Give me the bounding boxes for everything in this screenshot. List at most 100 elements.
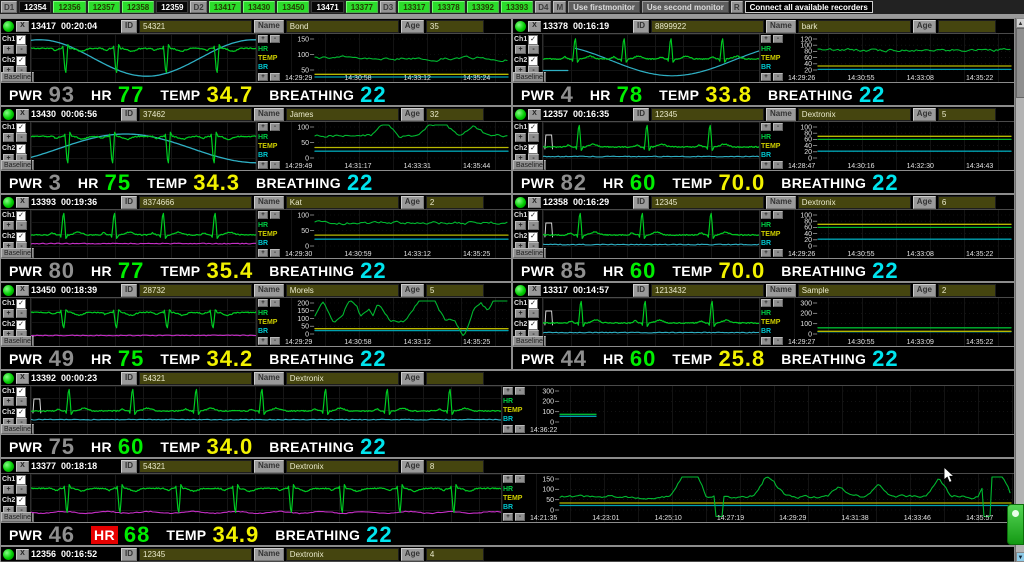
toolbar-button-12358[interactable]: 12358 [121, 1, 155, 13]
age-field[interactable] [425, 371, 484, 385]
toolbar-button-12357[interactable]: 12357 [87, 1, 120, 13]
channel-2-checkbox[interactable]: ✓ [528, 55, 538, 66]
baseline-button[interactable]: Baseline [513, 160, 546, 170]
age-field[interactable]: 35 [425, 19, 484, 33]
patient-id-field[interactable]: 54321 [139, 19, 252, 33]
trend-scale-up-button[interactable]: + [761, 337, 771, 345]
toolbar-button-use-second-monitor[interactable]: Use second monitor [641, 1, 729, 13]
close-button[interactable]: X [16, 548, 29, 560]
toolbar-button-13317[interactable]: 13317 [398, 1, 431, 13]
close-button[interactable]: X [528, 108, 541, 120]
age-field[interactable] [937, 19, 996, 33]
channel-1-checkbox[interactable]: ✓ [16, 474, 26, 485]
trend-scale-up-button[interactable]: + [258, 161, 268, 169]
patient-id-field[interactable]: 37462 [139, 107, 252, 121]
channel-2-checkbox[interactable]: ✓ [16, 495, 26, 506]
trend-scale-up-button[interactable]: + [503, 513, 513, 521]
age-field[interactable]: 6 [937, 195, 996, 209]
close-button[interactable]: X [16, 196, 29, 208]
channel-1-gain-down-button[interactable]: - [528, 309, 539, 318]
channel-1-checkbox[interactable]: ✓ [16, 34, 26, 45]
trend-zoom-out-button[interactable]: - [270, 299, 280, 307]
scroll-down-icon[interactable]: ▼ [1016, 552, 1024, 562]
toolbar-button-13430[interactable]: 13430 [242, 1, 276, 13]
channel-1-gain-down-button[interactable]: - [16, 485, 27, 494]
channel-1-gain-down-button[interactable]: - [16, 309, 27, 318]
toolbar-button-use-firstmonitor[interactable]: Use firstmonitor [568, 1, 640, 13]
trend-zoom-in-button[interactable]: + [503, 475, 513, 483]
trend-scale-up-button[interactable]: + [761, 161, 771, 169]
name-field[interactable]: Morels [285, 283, 399, 297]
trend-zoom-in-button[interactable]: + [761, 299, 771, 307]
channel-1-gain-up-button[interactable]: + [3, 309, 14, 318]
name-field[interactable]: bark [797, 19, 911, 33]
baseline-button[interactable]: Baseline [1, 248, 34, 258]
trend-zoom-out-button[interactable]: - [773, 35, 783, 43]
name-field[interactable]: Dextronix [285, 371, 399, 385]
name-field[interactable]: Dextronix [797, 195, 911, 209]
toolbar-button-12359[interactable]: 12359 [156, 1, 189, 13]
baseline-button[interactable]: Baseline [1, 160, 34, 170]
channel-1-gain-up-button[interactable]: + [515, 45, 526, 54]
name-field[interactable]: Dextronix [285, 459, 399, 473]
trend-scale-down-button[interactable]: - [515, 513, 525, 521]
channel-1-gain-up-button[interactable]: + [515, 221, 526, 230]
name-field[interactable]: Sample [797, 283, 911, 297]
patient-id-field[interactable]: 12345 [139, 547, 252, 561]
channel-1-gain-up-button[interactable]: + [3, 485, 14, 494]
toolbar-button-13450[interactable]: 13450 [277, 1, 310, 13]
trend-zoom-out-button[interactable]: - [773, 299, 783, 307]
name-field[interactable]: Bond [285, 19, 399, 33]
channel-1-checkbox[interactable]: ✓ [528, 210, 538, 221]
age-field[interactable]: 2 [937, 283, 996, 297]
channel-1-gain-down-button[interactable]: - [528, 221, 539, 230]
baseline-button[interactable]: Baseline [1, 72, 34, 82]
channel-1-gain-up-button[interactable]: + [515, 309, 526, 318]
trend-scale-down-button[interactable]: - [773, 249, 783, 257]
trend-zoom-in-button[interactable]: + [258, 123, 268, 131]
channel-1-gain-down-button[interactable]: - [16, 221, 27, 230]
baseline-button[interactable]: Baseline [1, 336, 34, 346]
trend-scale-down-button[interactable]: - [773, 337, 783, 345]
trend-scale-up-button[interactable]: + [258, 73, 268, 81]
baseline-button[interactable]: Baseline [513, 72, 546, 82]
close-button[interactable]: X [16, 108, 29, 120]
patient-id-field[interactable]: 12345 [651, 107, 764, 121]
trend-zoom-out-button[interactable]: - [515, 475, 525, 483]
patient-id-field[interactable]: 28732 [139, 283, 252, 297]
patient-id-field[interactable]: 54321 [139, 459, 252, 473]
trend-scale-up-button[interactable]: + [503, 425, 513, 433]
trend-scale-down-button[interactable]: - [270, 73, 280, 81]
toolbar-button-13471[interactable]: 13471 [311, 1, 344, 13]
toolbar-button-d2[interactable]: D2 [190, 1, 207, 13]
toolbar-button-d4[interactable]: D4 [535, 1, 552, 13]
channel-1-gain-up-button[interactable]: + [3, 45, 14, 54]
trend-zoom-out-button[interactable]: - [270, 211, 280, 219]
trend-zoom-in-button[interactable]: + [761, 35, 771, 43]
channel-1-gain-up-button[interactable]: + [3, 221, 14, 230]
toolbar-button-13378[interactable]: 13378 [432, 1, 465, 13]
patient-id-field[interactable]: 8374666 [139, 195, 252, 209]
vertical-scrollbar[interactable]: ▲ ▼ [1015, 18, 1024, 562]
channel-1-gain-up-button[interactable]: + [3, 397, 14, 406]
trend-scale-up-button[interactable]: + [258, 249, 268, 257]
channel-2-checkbox[interactable]: ✓ [16, 407, 26, 418]
baseline-button[interactable]: Baseline [513, 336, 546, 346]
toolbar-button-12354[interactable]: 12354 [19, 1, 52, 13]
trend-scale-up-button[interactable]: + [258, 337, 268, 345]
trend-zoom-in-button[interactable]: + [258, 211, 268, 219]
close-button[interactable]: X [528, 20, 541, 32]
trend-zoom-out-button[interactable]: - [270, 123, 280, 131]
close-button[interactable]: X [16, 372, 29, 384]
name-field[interactable]: James [285, 107, 399, 121]
trend-scale-down-button[interactable]: - [270, 249, 280, 257]
patient-id-field[interactable]: 1213432 [651, 283, 764, 297]
toolbar-button-m[interactable]: M [553, 1, 567, 13]
trend-zoom-in-button[interactable]: + [258, 35, 268, 43]
name-field[interactable]: Kat [285, 195, 399, 209]
channel-2-checkbox[interactable]: ✓ [16, 231, 26, 242]
channel-1-checkbox[interactable]: ✓ [16, 386, 26, 397]
trend-zoom-in-button[interactable]: + [258, 299, 268, 307]
patient-id-field[interactable]: 54321 [139, 371, 252, 385]
patient-id-field[interactable]: 8899922 [651, 19, 764, 33]
